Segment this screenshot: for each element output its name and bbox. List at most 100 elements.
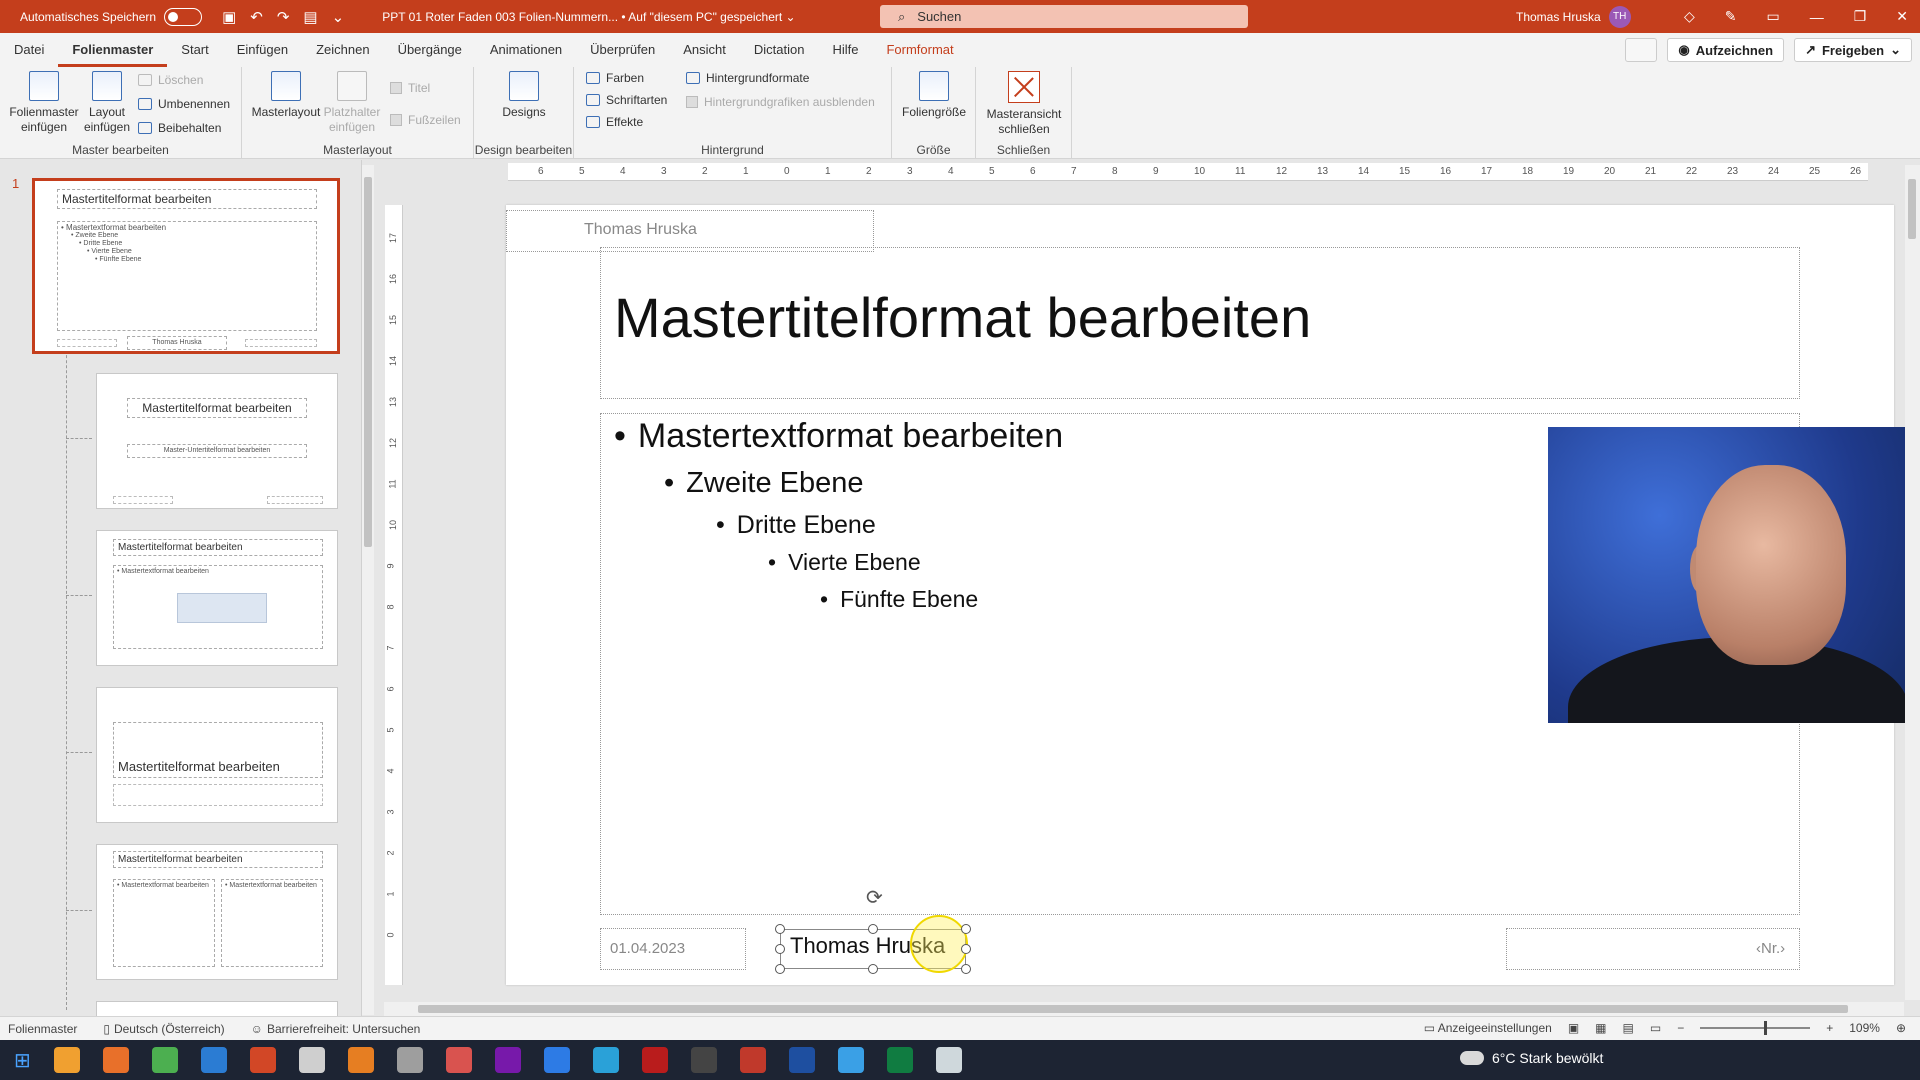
close-icon[interactable]: ✕ [1896, 8, 1908, 25]
thumbnail-layout-section[interactable]: Mastertitelformat bearbeiten [96, 687, 338, 823]
zoom-slider[interactable] [1700, 1021, 1811, 1035]
resize-handle[interactable] [775, 964, 785, 974]
resize-handle[interactable] [775, 924, 785, 934]
save-icon[interactable]: ▣ [222, 8, 236, 26]
slideshow-icon[interactable]: ▭ [1650, 1021, 1661, 1035]
onenote-icon[interactable] [494, 1047, 521, 1073]
thumbnail-slide-master[interactable]: Mastertitelformat bearbeiten • Mastertex… [32, 178, 340, 354]
insert-master-button[interactable]: Folienmaster einfügen [8, 71, 80, 135]
document-title[interactable]: PPT 01 Roter Faden 003 Folien-Nummern...… [382, 10, 795, 24]
thumbnail-layout-more[interactable] [96, 1001, 338, 1016]
maximize-icon[interactable]: ❐ [1854, 8, 1867, 25]
tab-animationen[interactable]: Animationen [476, 33, 576, 67]
fonts-button[interactable]: Schriftarten [586, 93, 667, 107]
excel-icon[interactable] [886, 1047, 913, 1073]
body-level-3[interactable]: • Dritte Ebene [716, 511, 876, 540]
resize-handle[interactable] [775, 944, 785, 954]
powerpoint-icon[interactable] [249, 1047, 276, 1073]
thumbnail-pane[interactable]: 1 Mastertitelformat bearbeiten • Mastert… [0, 160, 362, 1016]
avatar[interactable]: TH [1608, 5, 1631, 28]
slide-title[interactable]: Mastertitelformat bearbeiten [614, 285, 1311, 350]
app-icon[interactable] [788, 1047, 815, 1073]
firefox-icon[interactable] [102, 1047, 129, 1073]
rename-button[interactable]: Umbenennen [138, 97, 230, 111]
designs-button[interactable]: Designs [494, 71, 554, 120]
comments-icon[interactable] [1625, 38, 1658, 62]
minimize-icon[interactable]: — [1810, 9, 1824, 25]
status-accessibility[interactable]: ☺ Barrierefreiheit: Untersuchen [251, 1022, 421, 1036]
insert-placeholder-button[interactable]: Platzhalter einfügen [322, 71, 382, 135]
hide-background-checkbox[interactable]: Hintergrundgrafiken ausblenden [686, 95, 875, 109]
rotate-handle-icon[interactable]: ⟳ [866, 885, 883, 910]
normal-view-icon[interactable]: ▣ [1568, 1021, 1579, 1035]
scroll-thumb[interactable] [418, 1005, 1848, 1013]
resize-handle[interactable] [961, 924, 971, 934]
telegram-icon[interactable] [592, 1047, 619, 1073]
visio-icon[interactable] [543, 1047, 570, 1073]
scroll-thumb[interactable] [1908, 179, 1916, 239]
resize-handle[interactable] [961, 964, 971, 974]
keep-button[interactable]: Beibehalten [138, 121, 221, 135]
zoom-in-icon[interactable]: + [1826, 1021, 1833, 1035]
outlook-icon[interactable] [200, 1047, 227, 1073]
horizontal-scrollbar[interactable] [384, 1002, 1904, 1016]
customize-icon[interactable]: ⌄ [332, 8, 345, 26]
scroll-thumb[interactable] [364, 177, 372, 547]
search-box[interactable]: ⌕ Suchen [880, 5, 1248, 28]
resize-handle[interactable] [868, 924, 878, 934]
pen-icon[interactable]: ✎ [1725, 8, 1737, 25]
thumbnail-scrollbar[interactable] [362, 165, 374, 1015]
body-level-1[interactable]: • Mastertextformat bearbeiten [614, 417, 1063, 456]
app-icon[interactable] [935, 1047, 962, 1073]
sorter-view-icon[interactable]: ▦ [1595, 1021, 1606, 1035]
tab-zeichnen[interactable]: Zeichnen [302, 33, 383, 67]
app-icon[interactable] [739, 1047, 766, 1073]
vlc-icon[interactable] [347, 1047, 374, 1073]
status-language[interactable]: ▯ Deutsch (Österreich) [103, 1022, 224, 1036]
toggle-switch[interactable] [164, 7, 203, 26]
tab-dictation[interactable]: Dictation [740, 33, 819, 67]
undo-icon[interactable]: ↶ [250, 8, 263, 26]
body-level-2[interactable]: • Zweite Ebene [664, 467, 863, 500]
tab-hilfe[interactable]: Hilfe [818, 33, 872, 67]
user-account[interactable]: Thomas Hruska TH [1516, 0, 1631, 33]
obs-icon[interactable] [690, 1047, 717, 1073]
app-icon[interactable] [396, 1047, 423, 1073]
edge-icon[interactable] [837, 1047, 864, 1073]
autosave-toggle[interactable]: Automatisches Speichern [20, 7, 203, 26]
title-checkbox[interactable]: Titel [390, 81, 430, 95]
redo-icon[interactable]: ↷ [277, 8, 290, 26]
reading-view-icon[interactable]: ▤ [1623, 1021, 1634, 1035]
tab-ansicht[interactable]: Ansicht [669, 33, 740, 67]
footer-slide-number[interactable]: ‹Nr.› [1756, 940, 1785, 957]
footer-date[interactable]: 01.04.2023 [610, 940, 685, 957]
resize-handle[interactable] [868, 964, 878, 974]
app-icon[interactable] [298, 1047, 325, 1073]
resize-handle[interactable] [961, 944, 971, 954]
effects-button[interactable]: Effekte [586, 115, 643, 129]
ribbon-display-icon[interactable]: ▭ [1766, 8, 1779, 25]
tab-ueberpruefen[interactable]: Überprüfen [576, 33, 669, 67]
header-text[interactable]: Thomas Hruska [584, 221, 697, 239]
thumbnail-layout-content[interactable]: Mastertitelformat bearbeiten • Mastertex… [96, 530, 338, 666]
share-button[interactable]: ↗ Freigeben ⌄ [1794, 38, 1912, 62]
tab-datei[interactable]: Datei [0, 33, 58, 67]
fit-slide-icon[interactable]: ⊕ [1896, 1021, 1906, 1035]
delete-button[interactable]: Löschen [138, 73, 203, 87]
file-explorer-icon[interactable] [53, 1047, 80, 1073]
colors-button[interactable]: Farben [586, 71, 644, 85]
close-master-view-button[interactable]: Masteransicht schließen [982, 71, 1066, 137]
weather-widget[interactable]: 6°C Stark bewölkt [1460, 1050, 1603, 1066]
insert-layout-button[interactable]: Layout einfügen [82, 71, 132, 135]
chrome-icon[interactable] [151, 1047, 178, 1073]
tab-uebergaenge[interactable]: Übergänge [384, 33, 476, 67]
zoom-level[interactable]: 109% [1849, 1021, 1880, 1035]
body-level-4[interactable]: • Vierte Ebene [768, 549, 921, 576]
footer-checkbox[interactable]: Fußzeilen [390, 113, 461, 127]
windows-start-icon[interactable]: ⊞ [14, 1048, 31, 1073]
tab-einfuegen[interactable]: Einfügen [223, 33, 302, 67]
background-formats-button[interactable]: Hintergrundformate [686, 71, 809, 85]
tab-start[interactable]: Start [167, 33, 222, 67]
tab-formformat[interactable]: Formformat [872, 33, 967, 67]
record-button[interactable]: ◉ Aufzeichnen [1667, 38, 1785, 62]
